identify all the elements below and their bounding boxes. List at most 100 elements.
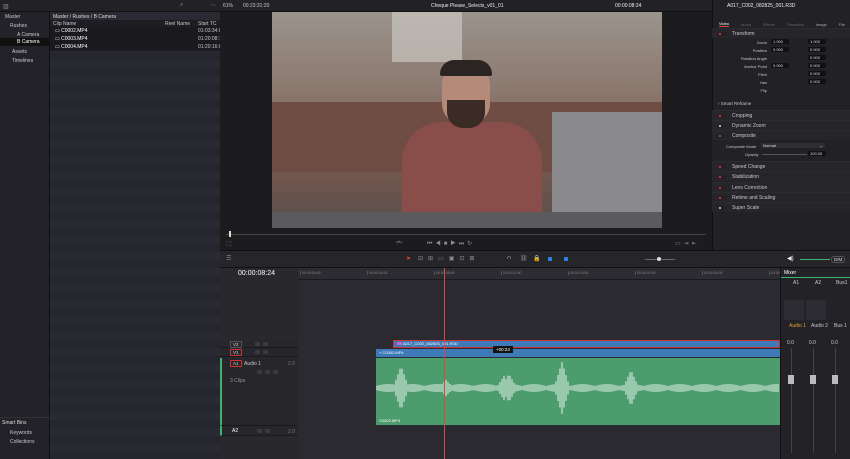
section-retime-scaling[interactable]: Retime and Scaling xyxy=(712,192,850,202)
label-zoom: Zoom xyxy=(756,40,767,45)
section-super-scale[interactable]: Super Scale xyxy=(712,202,850,212)
section-transform[interactable]: Transform xyxy=(712,28,850,38)
audio-waveform xyxy=(376,362,779,414)
anchor-x-field[interactable]: 0.000 xyxy=(771,63,789,68)
position-x-field[interactable]: 0.000 xyxy=(771,47,789,52)
mixer-input-a2[interactable]: A2 xyxy=(815,280,821,286)
fader-a1[interactable] xyxy=(788,375,794,384)
smart-bin-keywords[interactable]: Keywords xyxy=(10,430,32,436)
clip-v2[interactable]: A017_C002_082825_001.R3D xyxy=(393,340,780,348)
bin-master[interactable]: Master xyxy=(5,14,20,20)
pan-a1[interactable] xyxy=(784,300,804,320)
tab-video[interactable]: Video xyxy=(718,21,730,27)
pitch-field[interactable]: 0.000 xyxy=(808,71,826,76)
mixer-input-a1[interactable]: A1 xyxy=(793,280,799,286)
volume-icon[interactable]: ◀) xyxy=(787,255,794,262)
tab-image[interactable]: Image xyxy=(816,22,827,27)
zoom-x-field[interactable]: 1.000 xyxy=(771,39,789,44)
smart-bin-collections[interactable]: Collections xyxy=(10,439,34,445)
transform-controls: Zoom 1.000 1.000 Position 0.000 0.000 Ro… xyxy=(712,38,850,98)
bin-rushes[interactable]: Rushes xyxy=(10,23,27,29)
volume-slider[interactable] xyxy=(800,259,830,260)
section-stabilization[interactable]: Stabilization xyxy=(712,171,850,181)
section-composite[interactable]: Composite xyxy=(712,130,850,140)
waveform-path xyxy=(376,362,779,414)
video-frame xyxy=(272,12,662,228)
track-a2-label[interactable]: A2 xyxy=(232,428,238,434)
timeline-duration: 00:23:31:20 xyxy=(243,3,270,9)
inspector-tabs: Video Audio Effects Transition Image Fil… xyxy=(713,12,850,27)
label-rotation: Rotation Angle xyxy=(740,56,767,61)
section-title: Transform xyxy=(732,30,755,37)
bin-b-camera[interactable]: B Camera xyxy=(0,38,50,46)
track-a1-clip-count: 3 Clips xyxy=(230,378,246,384)
track-v1-label[interactable]: V1 xyxy=(230,349,242,356)
fader-a2[interactable] xyxy=(810,375,816,384)
timeline-view-options-icon[interactable]: ☰ xyxy=(226,255,231,262)
track-header-a2: A2 2.0 xyxy=(220,426,298,436)
more-icon[interactable]: ⋯ xyxy=(210,2,216,9)
timeline-title[interactable]: Cheque Please_Selects_v01_01 xyxy=(431,3,504,9)
ruler-tick-label: 00:00:24:00 xyxy=(702,271,723,275)
clip-v1[interactable]: ⌁ C0002.MP4 xyxy=(376,349,780,357)
composite-mode-select[interactable]: Normal ⌄ xyxy=(761,143,825,148)
track-a1-label[interactable]: A1 xyxy=(230,360,242,367)
view-options-icon[interactable]: ⬚ xyxy=(226,240,232,247)
mixer-channel-audio1: Audio 1 xyxy=(789,323,806,329)
search-icon[interactable]: ⌕ xyxy=(180,2,183,9)
clip-a1[interactable]: C0002.MP4 xyxy=(376,358,780,425)
transport-controls[interactable]: ⏮◀■▶⏭↻ xyxy=(427,240,475,248)
jog-icon[interactable]: ‹•› xyxy=(396,240,402,246)
lock-icon[interactable]: 🔒 xyxy=(533,255,540,262)
section-speed-change[interactable]: Speed Change xyxy=(712,161,850,171)
link-icon[interactable]: ⛓ xyxy=(520,255,528,262)
mixer: Mixer A1 A2 Bus1 Audio 1 Audio 2 Bus 1 0… xyxy=(780,268,850,459)
mixer-input-bus1[interactable]: Bus1 xyxy=(836,280,847,286)
bin-timelines[interactable]: Timelines xyxy=(12,58,33,64)
time-ruler[interactable]: 00:00:00:0000:00:04:0000:00:08:0000:00:1… xyxy=(298,268,785,280)
dim-button[interactable]: DIM xyxy=(831,256,846,263)
viewer-timecode: 00:00:08:24 xyxy=(615,3,642,9)
zoom-y-field[interactable]: 1.000 xyxy=(808,39,826,44)
clip-row[interactable]: ▭ C0004.MP4 xyxy=(55,44,88,50)
section-cropping[interactable]: Cropping xyxy=(712,110,850,120)
smart-reframe[interactable]: › Smart Reframe xyxy=(718,101,751,106)
opacity-field[interactable]: 100.00 xyxy=(808,151,826,156)
selection-tool-icon[interactable]: ➤ xyxy=(406,255,411,262)
snapping-icon[interactable]: ∩ xyxy=(507,255,511,261)
bin-assets[interactable]: Assets xyxy=(12,49,27,55)
bin-list: Master Rushes A Camera B Camera Assets T… xyxy=(0,12,50,459)
fader-value-a1: 0.0 xyxy=(787,340,794,346)
playhead[interactable] xyxy=(444,268,446,459)
tab-effects[interactable]: Effects xyxy=(763,22,775,27)
track-a2-channels: 2.0 xyxy=(288,429,295,435)
tab-transition[interactable]: Transition xyxy=(787,22,804,27)
scrubber-bar[interactable] xyxy=(226,234,706,235)
tab-audio[interactable]: Audio xyxy=(741,22,751,27)
opacity-slider[interactable] xyxy=(762,154,807,155)
anchor-y-field[interactable]: 0.000 xyxy=(808,63,826,68)
composite-controls: Composite Mode Normal ⌄ Opacity 100.00 xyxy=(712,140,850,160)
yaw-field[interactable]: 0.000 xyxy=(808,79,826,84)
panel-toggle-icon[interactable]: ▥ xyxy=(3,3,9,10)
marker-color[interactable] xyxy=(564,257,568,261)
track-v2-label[interactable]: V2 xyxy=(230,341,242,348)
track-a1-name: Audio 1 xyxy=(244,361,261,367)
clip-row[interactable]: ▭ C0003.MP4 xyxy=(55,36,88,42)
ruler-tick-label: 00:00:04:00 xyxy=(367,271,388,275)
mixer-title: Mixer xyxy=(784,270,797,276)
flag-color[interactable] xyxy=(548,257,552,261)
clip-row[interactable]: ▭ C0002.MP4 xyxy=(55,28,88,34)
in-out-controls[interactable]: ▭⇥⇤ xyxy=(675,240,700,247)
pan-a2[interactable] xyxy=(806,300,826,320)
tab-file[interactable]: File xyxy=(839,22,845,27)
edit-tools[interactable]: ⊟⊞▭▣⊡⊠ xyxy=(418,255,479,262)
zoom-level[interactable]: 61% xyxy=(223,3,233,9)
rotation-field[interactable]: 0.000 xyxy=(808,55,826,60)
transform-toggle[interactable] xyxy=(718,31,726,36)
scrubber-handle[interactable] xyxy=(229,231,231,237)
section-lens-correction[interactable]: Lens Correction xyxy=(712,182,850,192)
position-y-field[interactable]: 0.000 xyxy=(808,47,826,52)
fader-bus1[interactable] xyxy=(832,375,838,384)
section-dynamic-zoom[interactable]: Dynamic Zoom xyxy=(712,120,850,130)
